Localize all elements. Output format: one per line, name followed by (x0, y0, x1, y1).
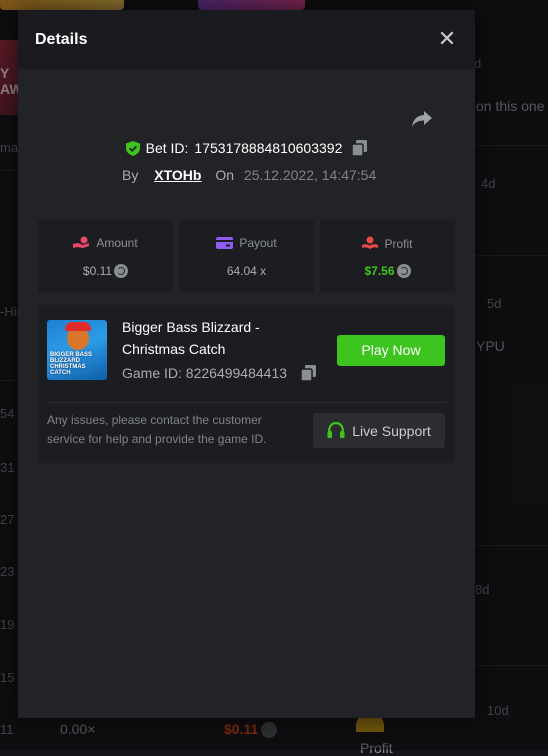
stat-amount-value: $0.11 (38, 264, 173, 278)
by-label: By (122, 167, 139, 183)
game-id-line: Game ID: 8226499484413 (122, 365, 317, 381)
headset-icon (327, 422, 345, 438)
stat-payout-label-text: Payout (239, 236, 277, 250)
close-icon: ✕ (437, 26, 457, 51)
share-button[interactable] (411, 110, 435, 130)
game-title: Bigger Bass Blizzard - Christmas Catch (122, 319, 260, 357)
live-support-label: Live Support (352, 422, 431, 439)
game-thumbnail-hat (65, 322, 91, 331)
bet-id-label: Bet ID: (145, 140, 189, 156)
bet-author-line: By XTOHb On 25.12.2022, 14:47:54 (122, 167, 376, 183)
payout-icon (216, 237, 234, 249)
stat-amount-label-text: Amount (96, 236, 138, 250)
card-divider (47, 402, 446, 403)
share-icon (412, 111, 432, 127)
game-id-value: 8226499484413 (185, 365, 288, 381)
stat-payout-label: Payout (179, 236, 314, 250)
stat-amount: Amount $0.11 (38, 220, 173, 293)
bet-date: 25.12.2022, 14:47:54 (243, 167, 377, 183)
details-modal: Details ✕ Bet ID: 1753178884810603392 By… (18, 10, 475, 718)
coin-icon (114, 264, 129, 278)
close-button[interactable]: ✕ (437, 26, 457, 51)
stat-profit-value-text: $7.56 (364, 264, 395, 278)
support-notice: Any issues, please contact the customer … (47, 413, 267, 446)
bet-id-line: Bet ID: 1753178884810603392 (18, 140, 475, 159)
stat-payout-value: 64.04 x (226, 264, 267, 278)
play-now-button[interactable]: Play Now (337, 335, 445, 366)
stat-profit-label: Profit (320, 236, 455, 251)
stat-amount-label: Amount (38, 236, 173, 250)
stat-amount-value-text: $0.11 (82, 264, 113, 278)
verified-shield-icon (125, 140, 140, 156)
stat-profit-value: $7.56 (320, 264, 455, 278)
amount-icon (73, 236, 90, 248)
bet-id-value: 1753178884810603392 (194, 140, 343, 156)
game-thumbnail[interactable]: BIGGER BASS BLIZZARD CHRISTMAS CATCH (47, 320, 107, 380)
game-card: BIGGER BASS BLIZZARD CHRISTMAS CATCH Big… (38, 305, 455, 463)
stat-payout: Payout 64.04 x (179, 220, 314, 293)
modal-title: Details (35, 31, 88, 48)
stat-profit: Profit $7.56 (320, 220, 455, 293)
bet-user-link[interactable]: XTOHb (154, 167, 201, 183)
coin-icon (396, 264, 411, 278)
modal-header: Details ✕ (18, 10, 475, 69)
game-thumbnail-text: BIGGER BASS BLIZZARD CHRISTMAS CATCH (50, 352, 93, 376)
copy-bet-id-icon[interactable] (352, 140, 368, 156)
on-label: On (215, 167, 235, 183)
stat-profit-label-text: Profit (384, 237, 413, 251)
bet-stats: Amount $0.11 Payout 64.04 x Profit $7.56 (38, 220, 455, 293)
game-id-label: Game ID: (122, 365, 182, 381)
copy-game-id-icon[interactable] (301, 365, 317, 381)
profit-icon (362, 236, 379, 249)
live-support-button[interactable]: Live Support (313, 413, 445, 448)
